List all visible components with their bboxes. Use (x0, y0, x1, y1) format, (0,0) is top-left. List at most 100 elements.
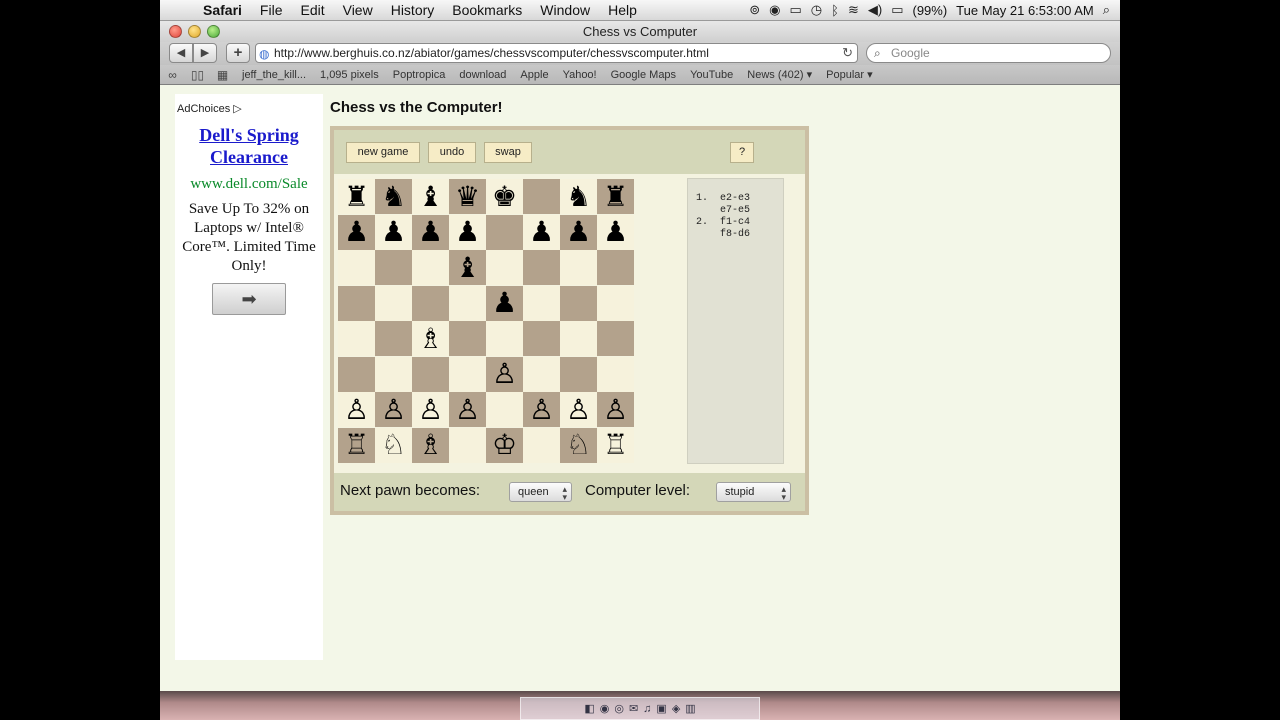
square-d6[interactable]: ♝ (449, 250, 486, 285)
chess-piece[interactable]: ♙ (603, 395, 628, 424)
chess-piece[interactable]: ♝ (418, 182, 443, 211)
time-machine-icon[interactable]: ◷ (811, 2, 822, 18)
chess-piece[interactable]: ♖ (603, 431, 628, 459)
square-d7[interactable]: ♟ (449, 214, 486, 250)
square-e3[interactable]: ♙ (486, 356, 523, 392)
square-b7[interactable]: ♟ (375, 214, 412, 250)
square-h5[interactable] (597, 285, 634, 321)
chess-piece[interactable]: ♞ (381, 182, 406, 211)
forward-button[interactable]: ▶ (193, 43, 217, 63)
chess-piece[interactable]: ♔ (492, 431, 517, 459)
menu-help[interactable]: Help (599, 2, 646, 18)
clock[interactable]: Tue May 21 6:53:00 AM (956, 3, 1094, 18)
trash-icon[interactable]: ▥ (685, 702, 695, 715)
square-f7[interactable]: ♟ (523, 214, 560, 250)
square-g6[interactable] (560, 250, 597, 285)
close-icon[interactable] (169, 25, 182, 38)
square-b2[interactable]: ♙ (375, 392, 412, 427)
chess-piece[interactable]: ♙ (418, 395, 443, 424)
display-icon[interactable]: ▭ (790, 2, 802, 18)
add-bookmark-button[interactable]: + (226, 43, 250, 63)
chess-piece[interactable]: ♟ (344, 218, 369, 246)
chess-piece[interactable]: ♙ (566, 395, 591, 424)
square-g3[interactable] (560, 356, 597, 392)
square-f3[interactable] (523, 356, 560, 392)
bookmark-item[interactable]: download (452, 69, 513, 81)
reading-glasses-icon[interactable]: ∞ (160, 68, 185, 82)
square-b4[interactable] (375, 321, 412, 356)
square-h6[interactable] (597, 250, 634, 285)
chess-piece[interactable]: ♛ (455, 182, 480, 211)
chess-piece[interactable]: ♟ (566, 218, 591, 246)
minimize-icon[interactable] (188, 25, 201, 38)
menu-window[interactable]: Window (531, 2, 599, 18)
menu-view[interactable]: View (334, 2, 382, 18)
chess-piece[interactable]: ♙ (529, 395, 554, 424)
ad-title-link[interactable]: Dell's Spring Clearance (175, 124, 323, 168)
volume-icon[interactable]: ◀) (868, 2, 882, 18)
bluetooth-icon[interactable]: ᛒ (831, 3, 839, 18)
chess-piece[interactable]: ♜ (603, 182, 628, 211)
sync-icon[interactable]: ⊚ (749, 2, 760, 18)
mail-icon[interactable]: ✉ (629, 702, 638, 715)
square-f6[interactable] (523, 250, 560, 285)
pawn-promotion-select[interactable]: queen ▴ ▾ (509, 482, 572, 502)
menu-edit[interactable]: Edit (291, 2, 333, 18)
bookmark-item[interactable]: Poptropica (386, 69, 453, 81)
menu-file[interactable]: File (251, 2, 292, 18)
square-g1[interactable]: ♘ (560, 427, 597, 463)
chess-piece[interactable]: ♜ (344, 182, 369, 211)
chess-piece[interactable]: ♖ (344, 431, 369, 459)
top-sites-icon[interactable]: ▦ (210, 68, 235, 82)
square-d4[interactable] (449, 321, 486, 356)
finder-icon[interactable]: ◧ (584, 702, 594, 715)
square-c6[interactable] (412, 250, 449, 285)
chess-piece[interactable]: ♗ (418, 431, 443, 459)
chess-piece[interactable]: ♞ (566, 182, 591, 211)
chess-piece[interactable]: ♙ (381, 395, 406, 424)
square-b5[interactable] (375, 285, 412, 321)
chess-piece[interactable]: ♟ (603, 218, 628, 246)
chess-piece[interactable]: ♘ (566, 431, 591, 459)
chess-piece[interactable]: ♙ (455, 395, 480, 424)
help-button[interactable]: ? (730, 142, 754, 163)
square-h8[interactable]: ♜ (597, 179, 634, 214)
chess-piece[interactable]: ♟ (455, 218, 480, 246)
accessibility-icon[interactable]: ◉ (769, 2, 780, 18)
square-d2[interactable]: ♙ (449, 392, 486, 427)
chess-piece[interactable]: ♝ (455, 253, 480, 282)
square-a3[interactable] (338, 356, 375, 392)
ad-choices-link[interactable]: AdChoices ▷ (177, 102, 242, 115)
square-b8[interactable]: ♞ (375, 179, 412, 214)
square-b1[interactable]: ♘ (375, 427, 412, 463)
bookmark-item[interactable]: Google Maps (604, 69, 683, 81)
square-h4[interactable] (597, 321, 634, 356)
square-e5[interactable]: ♟ (486, 285, 523, 321)
chess-piece[interactable]: ♘ (381, 431, 406, 459)
chess-piece[interactable]: ♟ (492, 289, 517, 317)
bookmark-item[interactable]: News (402) ▾ (740, 68, 819, 81)
back-button[interactable]: ◀ (169, 43, 193, 63)
square-h7[interactable]: ♟ (597, 214, 634, 250)
spotlight-icon[interactable]: ⌕ (1103, 2, 1110, 18)
square-d5[interactable] (449, 285, 486, 321)
square-a5[interactable] (338, 285, 375, 321)
new-game-button[interactable]: new game (346, 142, 420, 163)
swap-button[interactable]: swap (484, 142, 532, 163)
safari-icon[interactable]: ◎ (614, 702, 624, 715)
square-a4[interactable] (338, 321, 375, 356)
open-book-icon[interactable]: ▯▯ (185, 68, 210, 82)
chess-piece[interactable]: ♚ (492, 182, 517, 211)
square-c4[interactable]: ♗ (412, 321, 449, 356)
chess-piece[interactable]: ♟ (381, 218, 406, 246)
bookmark-item[interactable]: jeff_the_kill... (235, 69, 313, 81)
menu-history[interactable]: History (382, 2, 444, 18)
bookmark-item[interactable]: Popular ▾ (819, 68, 880, 81)
battery-icon[interactable]: ▭ (891, 2, 903, 18)
bookmark-item[interactable]: Apple (513, 69, 555, 81)
square-h3[interactable] (597, 356, 634, 392)
square-e6[interactable] (486, 250, 523, 285)
app-icon[interactable]: ◈ (672, 702, 680, 715)
reload-icon[interactable]: ↻ (842, 44, 853, 62)
square-g4[interactable] (560, 321, 597, 356)
